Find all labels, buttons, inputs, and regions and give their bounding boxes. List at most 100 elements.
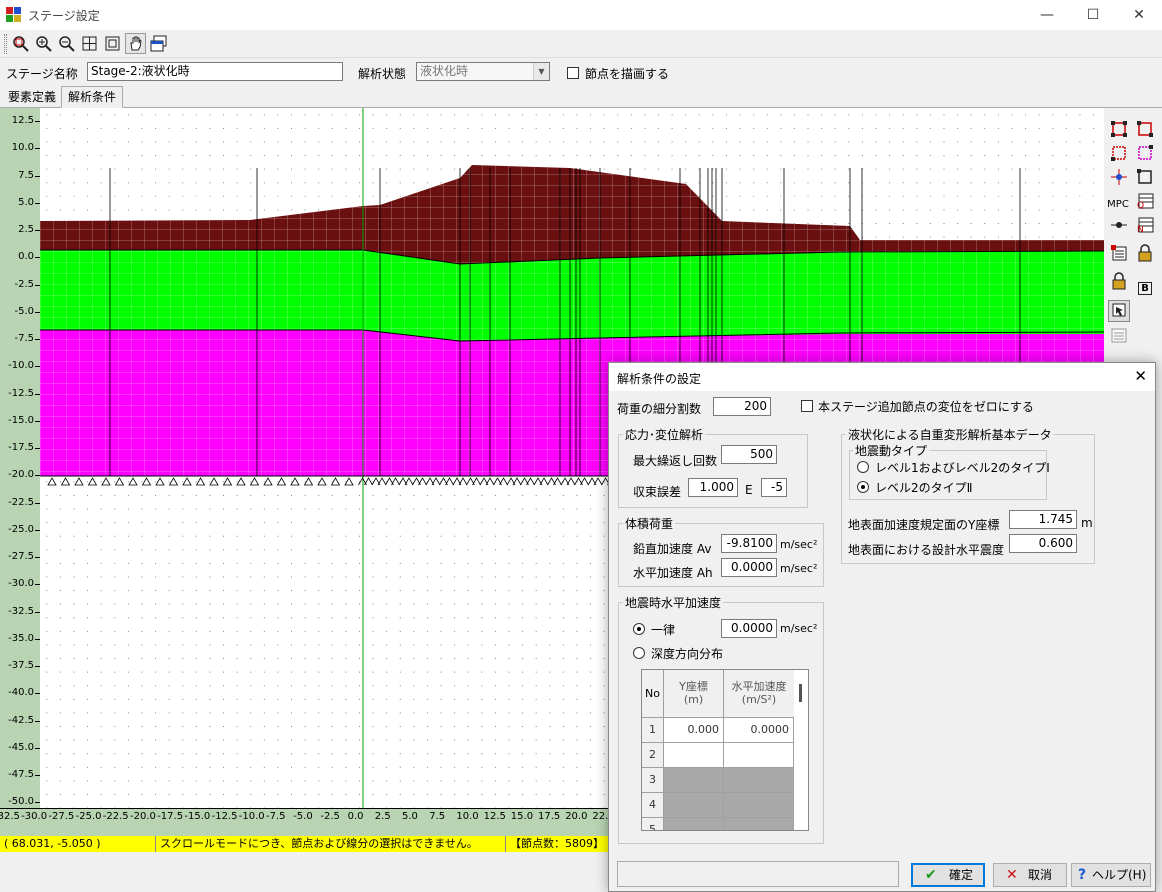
y-tick-label: 12.5 — [11, 115, 34, 126]
depth-table[interactable]: No Y座標 (m) 水平加速度 (m/S²) 1 0.000 0.0000 2 3 4 5 — [641, 669, 809, 831]
convergence-exponent-input[interactable]: -5 — [761, 478, 787, 497]
table-row-number[interactable]: 1 — [642, 718, 664, 743]
design-kh-input[interactable]: 0.600 — [1009, 534, 1077, 553]
table-scroll-thumb[interactable] — [799, 684, 802, 702]
uniform-radio[interactable] — [633, 623, 645, 635]
table-row-number[interactable]: 2 — [642, 743, 664, 768]
dialog-close-icon[interactable]: ✕ — [1134, 367, 1147, 385]
y-tick-label: -27.5 — [8, 551, 34, 562]
help-button[interactable]: ? ヘルプ(H) — [1071, 863, 1151, 887]
convergence-mantissa-input[interactable]: 1.000 — [688, 478, 738, 497]
y-tick-label: -17.5 — [8, 442, 34, 453]
uniform-accel-input[interactable]: 0.0000 — [721, 619, 777, 638]
mpc-button[interactable]: MPC — [1107, 192, 1129, 214]
y-tick-label: -12.5 — [8, 387, 34, 399]
hand-icon[interactable] — [125, 33, 146, 54]
x-tick-label: -30.0 — [21, 811, 48, 822]
pick-node-icon[interactable] — [1108, 300, 1130, 322]
depth-distribution-radio[interactable] — [633, 647, 645, 659]
right-toolbar: MPC Q N B — [1104, 108, 1162, 358]
dialog-title: 解析条件の設定 — [617, 372, 702, 386]
minimize-button[interactable]: — — [1024, 0, 1070, 30]
support-icon — [344, 477, 354, 486]
support-icon — [87, 477, 98, 486]
table-cell-y[interactable] — [664, 768, 724, 793]
y-axis: 12.5 10.0 7.5 5.0 2.5 0.0 -2.5 -5.0 -7.5 -10.0 -12… — [0, 108, 40, 808]
horizontal-accel-input[interactable]: 0.0000 — [721, 558, 777, 577]
rect-frame-icon[interactable] — [1134, 168, 1156, 190]
check-icon: ✔ — [925, 867, 937, 883]
table-cell-y[interactable] — [664, 743, 724, 768]
load-subdivision-input[interactable]: 200 — [713, 397, 771, 416]
ok-label: 確定 — [949, 868, 974, 882]
table-cell-accel[interactable]: 0.0000 — [724, 718, 794, 743]
support-icon — [47, 477, 57, 486]
x-icon: ✕ — [1006, 867, 1018, 883]
vertical-accel-input[interactable]: -9.8100 — [721, 534, 777, 553]
analysis-state-select[interactable]: 液状化時 ▼ — [416, 62, 550, 81]
table-cell-y[interactable] — [664, 818, 724, 830]
tab-element-definition[interactable]: 要素定義 — [2, 88, 62, 108]
zoom-out-icon[interactable] — [56, 33, 77, 54]
convergence-label: 収束誤差 — [633, 485, 682, 499]
eq-type-opt1-radio[interactable] — [857, 461, 869, 473]
support-icon — [303, 477, 314, 486]
body-force-group-title: 体積荷重 — [623, 515, 676, 532]
list-edit-icon[interactable] — [1108, 244, 1130, 266]
eq-type-opt2-label: レベル2のタイプⅡ — [875, 481, 973, 495]
link-icon[interactable] — [1108, 216, 1130, 238]
stage-name-input[interactable]: Stage-2:液状化時 — [87, 62, 343, 81]
stage-name-label: ステージ名称 — [6, 67, 78, 81]
table-cell-accel[interactable] — [724, 768, 794, 793]
ok-button[interactable]: ✔ 確定 — [911, 863, 985, 887]
table-cell-accel[interactable] — [724, 793, 794, 818]
x-tick-label: -22.5 — [102, 811, 129, 822]
draw-nodes-checkbox[interactable] — [567, 67, 579, 79]
x-tick-label: -27.5 — [48, 811, 75, 822]
status-node-count: 【節点数：5809】 — [510, 837, 604, 850]
close-button[interactable]: ✕ — [1116, 0, 1162, 30]
x-tick-label: -5.0 — [293, 811, 313, 822]
rect-select-alt-icon[interactable] — [1134, 120, 1156, 142]
lock-alt-icon[interactable] — [1108, 272, 1130, 294]
list-icon[interactable] — [1108, 326, 1130, 348]
chevron-down-icon[interactable]: ▼ — [533, 63, 549, 80]
tab-analysis-conditions[interactable]: 解析条件 — [61, 86, 124, 108]
lock-icon[interactable] — [1134, 244, 1156, 266]
rect-select-icon[interactable] — [1108, 120, 1130, 142]
table-cell-accel[interactable] — [724, 818, 794, 830]
table-cell-y[interactable]: 0.000 — [664, 718, 724, 743]
rect-edit-alt-icon[interactable] — [1134, 144, 1156, 166]
move-node-icon[interactable] — [1108, 168, 1130, 190]
q-table-icon[interactable]: Q — [1134, 192, 1156, 214]
b-button[interactable]: B — [1134, 278, 1156, 300]
table-row-number[interactable]: 3 — [642, 768, 664, 793]
n-table-icon[interactable]: N — [1134, 216, 1156, 238]
eq-type-opt2-radio[interactable] — [857, 481, 869, 493]
support-icon — [317, 477, 327, 486]
x-tick-label: -32.5 — [0, 811, 20, 822]
rect-edit-icon[interactable] — [1108, 144, 1130, 166]
zoom-area-icon[interactable] — [10, 33, 31, 54]
maximize-button[interactable]: ☐ — [1070, 0, 1116, 30]
table-row-number[interactable]: 4 — [642, 793, 664, 818]
window-icon[interactable] — [148, 33, 169, 54]
draw-nodes-label: 節点を描画する — [585, 67, 670, 81]
zero-displacement-checkbox[interactable] — [801, 400, 813, 412]
cancel-button[interactable]: ✕ 取消 — [993, 863, 1067, 887]
table-cell-accel[interactable] — [724, 743, 794, 768]
analysis-state-label: 解析状態 — [358, 67, 407, 81]
x-tick-label: 20.0 — [565, 811, 588, 822]
zoom-in-icon[interactable] — [33, 33, 54, 54]
table-row-number[interactable]: 5 — [642, 818, 664, 830]
y-tick-label: 7.5 — [18, 169, 34, 181]
q-label: Q — [1137, 201, 1144, 210]
table-cell-y[interactable] — [664, 793, 724, 818]
y-tick-label: -15.0 — [8, 414, 34, 426]
surface-y-input[interactable]: 1.745 — [1009, 510, 1077, 529]
frame-icon[interactable] — [102, 33, 123, 54]
max-iter-input[interactable]: 500 — [721, 445, 777, 464]
x-tick-label: 12.5 — [483, 811, 506, 822]
eq-type-title: 地震動タイプ — [853, 442, 930, 459]
fit-icon[interactable] — [79, 33, 100, 54]
